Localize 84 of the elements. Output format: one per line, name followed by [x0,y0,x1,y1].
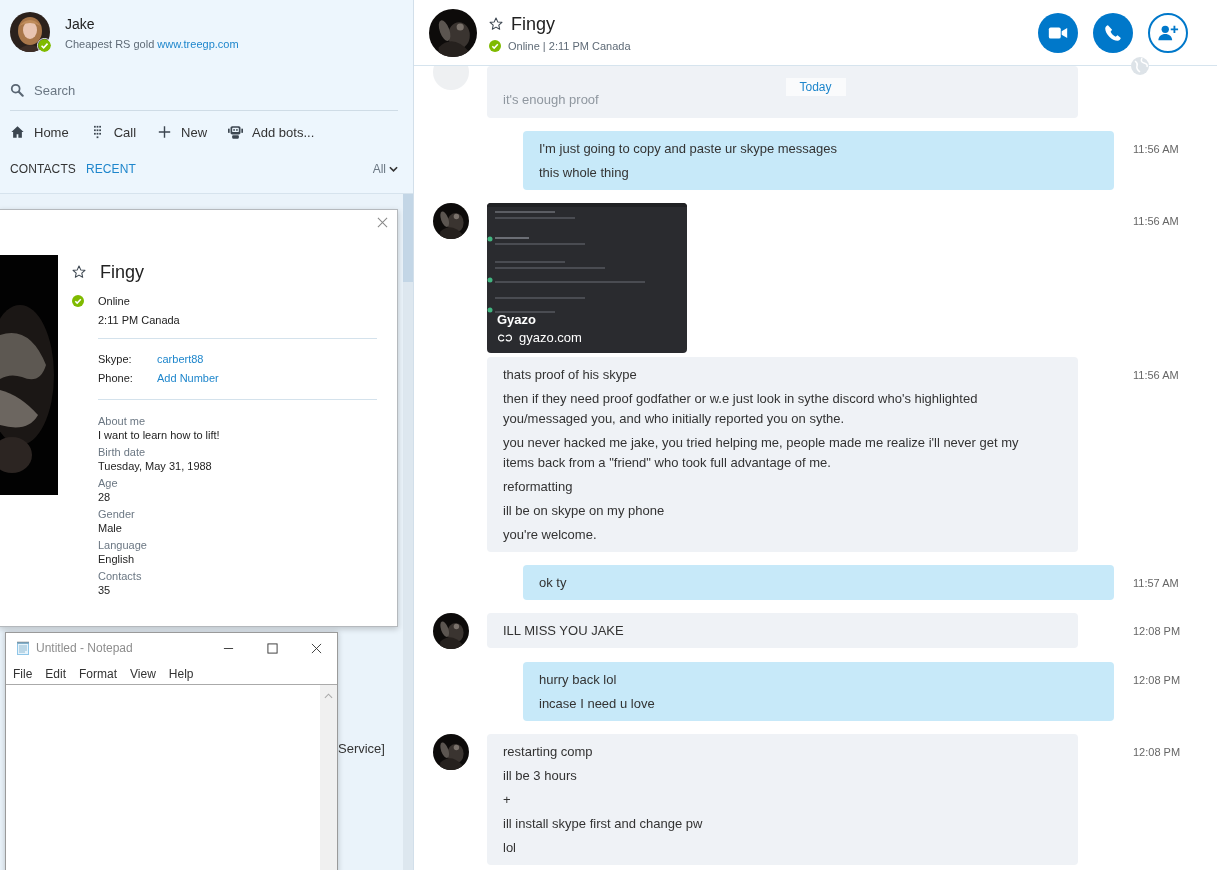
status-text: Online | 2:11 PM Canada [508,39,631,52]
message-text: hurry back lol [539,671,618,689]
info-link[interactable]: Add Number [157,371,219,384]
message-text: incase I need u love [539,695,656,713]
home-icon [10,125,25,139]
detail-label: Language [98,539,148,551]
mood-link[interactable]: www.treegp.com [157,38,239,50]
mood-text: Cheapest RS gold [65,38,155,50]
scrollbar[interactable] [320,685,337,870]
contact-name: Fingy [100,261,144,283]
message-text: I'm just going to copy and paste ur skype messages [539,140,839,158]
detail-value: Tuesday, May 31, 1988 [98,460,213,472]
message-text: ill be 3 hours [503,767,578,785]
menu-item[interactable]: File [13,666,33,681]
filter-dropdown[interactable]: All [372,162,398,176]
nav-button[interactable]: Home [10,124,69,140]
detail-value: 35 [98,584,112,596]
nav-button[interactable]: Call [89,124,137,140]
maximize-icon[interactable] [267,642,278,654]
video-call-button[interactable] [1038,12,1078,53]
message-text: you never hacked me jake, you tried helping me, people made me realize i'll never get my items back from a "friend" who took full advantage of me. [503,434,1020,472]
message-text: ok ty [539,574,568,592]
detail-label: About me [98,415,147,427]
status-text: Online [98,295,130,307]
link-icon [497,331,513,344]
message-time: 11:57 AM [1133,576,1179,589]
detail-value: I want to learn how to lift! [98,429,221,441]
window-title: Untitled - Notepad [36,641,133,655]
detail-label: Contacts [98,570,143,582]
preview-link[interactable]: gyazo.com [519,330,582,345]
detail-value: 28 [98,491,112,503]
robot-icon [228,125,244,139]
message-text: this whole thing [539,164,630,182]
user-name: Jake [65,16,96,32]
message-time: 12:08 PM [1133,673,1181,686]
detail-value: English [98,553,136,565]
close-icon[interactable] [311,642,322,654]
message-text: ILL MISS YOU JAKE [503,622,625,640]
message-time: 12:08 PM [1133,624,1181,637]
menu-item[interactable]: Help [168,666,194,681]
search-field[interactable]: Search [34,82,334,98]
message-text: you're welcome. [503,526,598,544]
detail-value: Male [98,522,123,534]
message-text: restarting comp [503,743,594,761]
local-time: 2:11 PM Canada [98,314,181,326]
detail-label: Age [98,477,119,489]
call-button[interactable] [1093,12,1133,53]
star-icon[interactable] [489,17,503,31]
message-time: 11:56 AM [1133,142,1179,155]
search-icon [10,83,24,97]
scrollbar[interactable] [403,194,413,870]
menu-item[interactable]: Edit [45,666,67,681]
message-text: lol [503,839,517,857]
info-label: Phone: [98,371,134,384]
detail-label: Birth date [98,446,147,458]
message-time: 11:56 AM [1133,214,1179,227]
link-preview-card[interactable]: Gyazo gyazo.com [487,203,687,353]
menu-item[interactable]: Format [79,666,118,681]
message-text: reformatting [503,478,574,496]
nav-button[interactable]: New [157,124,208,140]
info-link[interactable]: carbert88 [157,352,204,365]
contact-list-text: Service] [338,741,385,756]
message-text: ill install skype first and change pw [503,815,704,833]
plus-icon [157,125,173,139]
detail-label: Gender [98,508,136,520]
message-text: + [503,791,512,809]
message-text: ill be on skype on my phone [503,502,666,520]
message-text: then if they need proof godfather or w.e just look in sythe discord who's highlighted you/messaged you, and who initially reported you on sythe. [503,390,979,428]
tab[interactable]: RECENT [85,162,136,176]
message-text: it's enough proof [503,91,600,109]
contact-name: Fingy [511,13,555,35]
tab[interactable]: CONTACTS [10,162,76,176]
message-text: thats proof of his skype [503,366,638,384]
message-time: 11:56 AM [1133,368,1179,381]
menu-item[interactable]: View [130,666,156,681]
nav-button[interactable]: Add bots... [228,124,315,140]
info-label: Skype: [98,352,133,365]
scrollbar-thumb[interactable] [403,194,413,282]
notepad-icon [15,640,31,656]
message-time: 12:08 PM [1133,745,1181,758]
preview-title: Gyazo [497,312,537,327]
star-icon[interactable] [72,265,86,279]
add-contact-button[interactable] [1148,12,1188,53]
chevron-down-icon [389,166,398,172]
